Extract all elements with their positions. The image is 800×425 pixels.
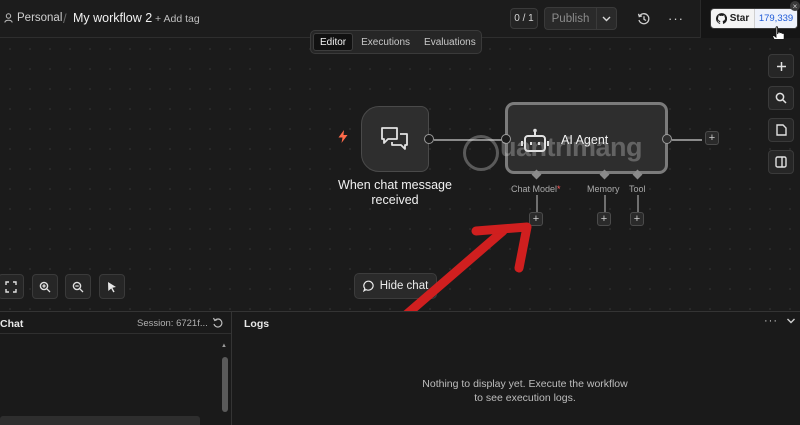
version-counter: 0 / 1 [510,8,538,29]
lightning-bolt-icon [338,130,348,146]
publish-button[interactable]: Publish [544,7,596,30]
workflow-canvas[interactable] [0,39,800,311]
user-icon [4,13,13,23]
tab-executions[interactable]: Executions [355,33,416,51]
add-sticky-button[interactable] [768,118,794,142]
chat-scrollbar-thumb[interactable] [222,357,228,412]
history-icon [637,13,650,25]
chat-input[interactable] [0,416,200,425]
fit-view-icon [5,280,17,293]
chat-bubbles-icon [381,127,408,150]
memory-label: Memory [587,184,620,194]
panel-toggle-icon [775,156,787,168]
logs-empty-message: Nothing to display yet. Execute the work… [422,378,628,404]
add-next-node-button[interactable]: + [705,131,719,145]
chat-panel-title: Chat [0,318,24,330]
zoom-out-icon [72,281,84,292]
canvas-right-toolbar [768,54,794,174]
chat-model-line [536,195,538,212]
add-chat-model-button[interactable]: + [529,212,543,226]
sticky-note-icon [775,124,787,136]
add-node-button[interactable] [768,54,794,78]
bottom-panel: Chat Session: 6721f... ▲ Logs ··· Nothin… [0,311,800,425]
project-name: Personal [17,12,63,24]
workflow-name[interactable]: My workflow 2 [73,11,152,25]
more-options-button[interactable]: ··· [668,11,684,26]
agent-output-port[interactable] [662,134,672,144]
github-close-button[interactable]: × [790,1,800,11]
memory-line [604,195,606,212]
hide-chat-button[interactable]: Hide chat [354,273,437,299]
reset-session-icon[interactable] [212,317,223,328]
github-star-label: Star [729,13,750,24]
logs-more-button[interactable]: ··· [764,315,778,327]
plus-icon [776,61,786,71]
view-tabs: Editor Executions Evaluations [310,30,482,54]
tab-evaluations[interactable]: Evaluations [418,33,482,51]
trigger-output-port[interactable] [424,134,434,144]
watermark: uantrimang [500,132,643,162]
output-connection-line [672,139,702,141]
cursor-select-icon [108,281,116,292]
fit-view-button[interactable] [0,274,24,299]
zoom-in-button[interactable] [32,274,58,299]
tab-editor[interactable]: Editor [313,33,354,51]
chat-model-label: Chat Model* [511,184,561,194]
hide-chat-label: Hide chat [379,280,429,292]
toggle-panel-button[interactable] [768,150,794,174]
chevron-down-icon[interactable] [786,317,796,325]
select-mode-button[interactable] [99,274,125,299]
search-nodes-button[interactable] [768,86,794,110]
chat-panel-header: Chat Session: 6721f... [0,312,231,334]
breadcrumb-separator: / [63,11,67,26]
zoom-out-button[interactable] [65,274,91,299]
logs-panel-title: Logs [244,318,270,330]
chat-bubble-icon [362,280,374,292]
trigger-node-label: When chat message received [338,178,452,207]
history-button[interactable] [636,11,652,27]
zoom-in-icon [39,281,51,292]
tool-line [637,195,639,212]
tool-label: Tool [629,184,646,194]
watermark-bulb-icon [463,135,499,171]
trigger-node[interactable] [361,106,429,172]
search-icon [775,92,787,104]
add-memory-button[interactable]: + [597,212,611,226]
add-tool-button[interactable]: + [630,212,644,226]
chevron-down-icon [602,16,611,21]
publish-options-button[interactable] [596,7,617,30]
breadcrumb-project[interactable]: Personal [4,12,62,24]
add-tag-button[interactable]: + Add tag [155,13,200,25]
session-id[interactable]: Session: 6721f... [137,318,208,329]
chat-panel: Chat Session: 6721f... ▲ [0,312,232,425]
github-icon [715,13,727,24]
